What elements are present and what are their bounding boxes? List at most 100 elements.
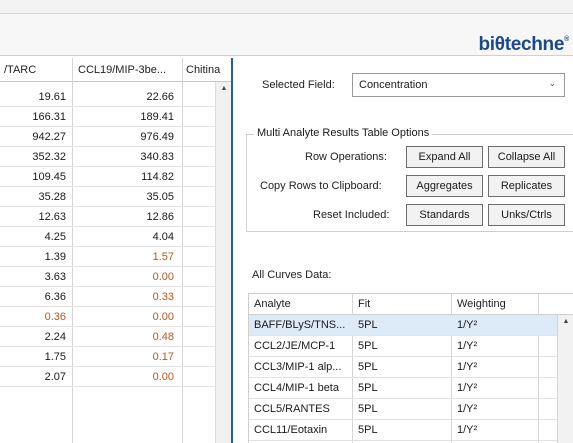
analyte-cell[interactable]: BAFF/BLyS/TNS... (254, 319, 350, 331)
ccl19-value-cell[interactable]: 0.33 (72, 291, 174, 303)
table-row[interactable]: 12.63 12.86 (0, 207, 215, 227)
weighting-cell[interactable]: 1/Y² (457, 424, 535, 436)
results-grid[interactable]: /TARC CCL19/MIP-3be... Chitina 19.61 22.6… (0, 58, 233, 443)
ccl19-value-cell[interactable]: 1.57 (72, 251, 174, 263)
standards-button[interactable]: Standards (406, 204, 483, 226)
tarc-value-cell[interactable]: 0.36 (0, 311, 66, 323)
tarc-value-cell[interactable]: 2.24 (0, 331, 66, 343)
column-header-ccl19[interactable]: CCL19/MIP-3be... (78, 64, 166, 76)
ccl19-value-cell[interactable]: 340.83 (72, 151, 174, 163)
title-bar-strip (0, 0, 573, 14)
tarc-value-cell[interactable]: 166.31 (0, 111, 66, 123)
tarc-value-cell[interactable]: 35.28 (0, 191, 66, 203)
column-header-tarc[interactable]: /TARC (4, 64, 36, 76)
weighting-cell[interactable]: 1/Y² (457, 340, 535, 352)
unks-ctrls-button[interactable]: Unks/Ctrls (488, 204, 565, 226)
fit-cell[interactable]: 5PL (358, 319, 446, 331)
tarc-value-cell[interactable]: 6.36 (0, 291, 66, 303)
tarc-value-cell[interactable]: 19.61 (0, 91, 66, 103)
selected-field-value: Concentration (359, 79, 428, 91)
table-row[interactable]: 1.39 1.57 (0, 247, 215, 267)
ccl19-value-cell[interactable]: 976.49 (72, 131, 174, 143)
curve-row[interactable]: CCL5/RANTES 5PL 1/Y² (249, 399, 557, 420)
curve-row[interactable]: CCL11/Eotaxin 5PL 1/Y² (249, 420, 557, 441)
table-row[interactable]: 1.75 0.17 (0, 347, 215, 367)
tarc-value-cell[interactable]: 1.75 (0, 351, 66, 363)
curves-table-header: Analyte Fit Weighting (249, 294, 573, 315)
table-row[interactable]: 6.36 0.33 (0, 287, 215, 307)
scroll-up-arrow-icon[interactable]: ▲ (560, 317, 572, 327)
tarc-value-cell[interactable]: 4.25 (0, 231, 66, 243)
tarc-value-cell[interactable]: 352.32 (0, 151, 66, 163)
bio-techne-logo: biθtechne® (478, 34, 569, 55)
table-row[interactable]: 19.61 22.66 (0, 87, 215, 107)
fit-cell[interactable]: 5PL (358, 361, 446, 373)
ccl19-value-cell[interactable]: 12.86 (72, 211, 174, 223)
fit-cell[interactable]: 5PL (358, 340, 446, 352)
ccl19-value-cell[interactable]: 189.41 (72, 111, 174, 123)
copy-rows-label: Copy Rows to Clipboard: (260, 180, 382, 192)
collapse-all-button[interactable]: Collapse All (488, 146, 565, 168)
curve-row[interactable]: BAFF/BLyS/TNS... 5PL 1/Y² (249, 315, 557, 336)
scroll-up-arrow-icon[interactable]: ▲ (218, 84, 230, 94)
tarc-value-cell[interactable]: 2.07 (0, 371, 66, 383)
ccl19-value-cell[interactable]: 0.00 (72, 311, 174, 323)
weighting-cell[interactable]: 1/Y² (457, 382, 535, 394)
curve-row[interactable]: CCL2/JE/MCP-1 5PL 1/Y² (249, 336, 557, 357)
table-row[interactable]: 3.63 0.00 (0, 267, 215, 287)
table-row[interactable]: 352.32 340.83 (0, 147, 215, 167)
table-options-title: Multi Analyte Results Table Options (254, 127, 433, 139)
table-row[interactable]: 2.24 0.48 (0, 327, 215, 347)
analyte-cell[interactable]: CCL4/MIP-1 beta (254, 382, 350, 394)
table-row[interactable]: 2.07 0.00 (0, 367, 215, 387)
weighting-cell[interactable]: 1/Y² (457, 319, 535, 331)
column-header-analyte[interactable]: Analyte (254, 298, 291, 310)
all-curves-title: All Curves Data: (252, 269, 332, 281)
column-header-chitinase[interactable]: Chitina (186, 64, 220, 76)
table-row[interactable]: 942.27 976.49 (0, 127, 215, 147)
tarc-value-cell[interactable]: 1.39 (0, 251, 66, 263)
chevron-down-icon: ⌄ (548, 78, 556, 88)
fit-cell[interactable]: 5PL (358, 403, 446, 415)
table-row[interactable]: 35.28 35.05 (0, 187, 215, 207)
tarc-value-cell[interactable]: 12.63 (0, 211, 66, 223)
curve-row[interactable]: CCL3/MIP-1 alp... 5PL 1/Y² (249, 357, 557, 378)
replicates-button[interactable]: Replicates (488, 175, 565, 197)
selected-field-label: Selected Field: (262, 79, 335, 91)
all-curves-table[interactable]: Analyte Fit Weighting BAFF/BLyS/TNS... 5P… (248, 293, 573, 443)
analyte-cell[interactable]: CCL2/JE/MCP-1 (254, 340, 350, 352)
table-row[interactable]: 4.25 4.04 (0, 227, 215, 247)
brand-bar: biθtechne® (0, 14, 573, 56)
ccl19-value-cell[interactable]: 35.05 (72, 191, 174, 203)
ccl19-value-cell[interactable]: 22.66 (72, 91, 174, 103)
results-grid-header: /TARC CCL19/MIP-3be... Chitina (0, 58, 231, 82)
analyte-cell[interactable]: CCL11/Eotaxin (254, 424, 350, 436)
curve-row[interactable]: CCL4/MIP-1 beta 5PL 1/Y² (249, 378, 557, 399)
weighting-cell[interactable]: 1/Y² (457, 361, 535, 373)
ccl19-value-cell[interactable]: 0.00 (72, 371, 174, 383)
ccl19-value-cell[interactable]: 114.82 (72, 171, 174, 183)
ccl19-value-cell[interactable]: 4.04 (72, 231, 174, 243)
table-row[interactable]: 0.36 0.00 (0, 307, 215, 327)
tarc-value-cell[interactable]: 109.45 (0, 171, 66, 183)
curves-table-scrollbar[interactable]: ▲ (557, 315, 573, 443)
ccl19-value-cell[interactable]: 0.17 (72, 351, 174, 363)
table-row[interactable]: 109.45 114.82 (0, 167, 215, 187)
aggregates-button[interactable]: Aggregates (406, 175, 483, 197)
tarc-value-cell[interactable]: 3.63 (0, 271, 66, 283)
results-grid-scrollbar[interactable]: ▲ (215, 82, 231, 443)
row-operations-label: Row Operations: (305, 151, 387, 163)
tarc-value-cell[interactable]: 942.27 (0, 131, 66, 143)
ccl19-value-cell[interactable]: 0.00 (72, 271, 174, 283)
fit-cell[interactable]: 5PL (358, 424, 446, 436)
column-header-fit[interactable]: Fit (358, 298, 370, 310)
analyte-cell[interactable]: CCL3/MIP-1 alp... (254, 361, 350, 373)
fit-cell[interactable]: 5PL (358, 382, 446, 394)
analyte-cell[interactable]: CCL5/RANTES (254, 403, 350, 415)
selected-field-dropdown[interactable]: Concentration ⌄ (352, 73, 565, 97)
column-header-weighting[interactable]: Weighting (457, 298, 506, 310)
ccl19-value-cell[interactable]: 0.48 (72, 331, 174, 343)
expand-all-button[interactable]: Expand All (406, 146, 483, 168)
weighting-cell[interactable]: 1/Y² (457, 403, 535, 415)
table-row[interactable]: 166.31 189.41 (0, 107, 215, 127)
